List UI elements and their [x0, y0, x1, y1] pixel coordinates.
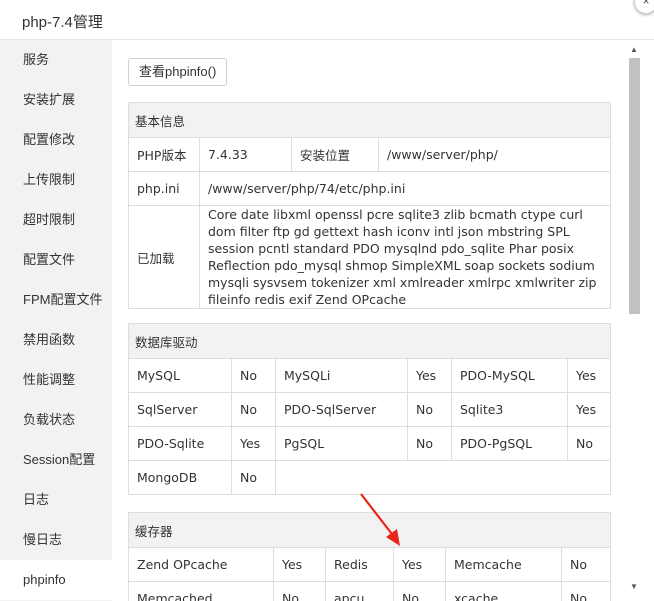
- db-driver-status: Yes: [231, 426, 276, 461]
- annotation-arrow-icon: [360, 493, 400, 546]
- scrollbar-thumb[interactable]: [629, 58, 640, 314]
- db-driver-status: No: [567, 426, 611, 461]
- db-driver-name: Sqlite3: [451, 392, 568, 427]
- cache-status: No: [273, 581, 326, 601]
- sidebar-item-performance[interactable]: 性能调整: [0, 360, 112, 400]
- cache-name: Memcached: [128, 581, 274, 601]
- sidebar-item-session-config[interactable]: Session配置: [0, 440, 112, 480]
- install-location-value: /www/server/php/: [378, 137, 611, 172]
- basic-info-table: 基本信息 PHP版本 7.4.33 安装位置 /www/server/php/ …: [128, 102, 611, 309]
- loaded-extensions-value: Core date libxml openssl pcre sqlite3 zl…: [199, 205, 611, 309]
- sidebar-item-load-status[interactable]: 负载状态: [0, 400, 112, 440]
- php-ini-label: php.ini: [128, 171, 200, 206]
- db-driver-name: PDO-PgSQL: [451, 426, 568, 461]
- cache-status: No: [561, 547, 611, 582]
- php-version-label: PHP版本: [128, 137, 200, 172]
- scroll-up-icon[interactable]: ▲: [630, 45, 638, 54]
- php-ini-value: /www/server/php/74/etc/php.ini: [199, 171, 611, 206]
- cache-name: Memcache: [445, 547, 562, 582]
- sidebar-item-config-edit[interactable]: 配置修改: [0, 120, 112, 160]
- db-driver-status: Yes: [567, 392, 611, 427]
- db-driver-status: No: [407, 426, 452, 461]
- db-driver-status: No: [231, 358, 276, 393]
- db-driver-status: No: [407, 392, 452, 427]
- loaded-label: 已加载: [128, 205, 200, 309]
- cache-name: xcache: [445, 581, 562, 601]
- cache-status: No: [393, 581, 446, 601]
- cache-status: Yes: [393, 547, 446, 582]
- db-driver-table: 数据库驱动 MySQL No MySQLi Yes PDO-MySQL Yes …: [128, 323, 611, 495]
- db-driver-name: MySQL: [128, 358, 232, 393]
- cache-status: Yes: [273, 547, 326, 582]
- cache-status: No: [561, 581, 611, 601]
- db-driver-name: PDO-SqlServer: [275, 392, 408, 427]
- sidebar-item-phpinfo[interactable]: phpinfo: [0, 560, 112, 600]
- sidebar-item-install-extension[interactable]: 安装扩展: [0, 80, 112, 120]
- db-driver-name: MySQLi: [275, 358, 408, 393]
- window-titlebar: php-7.4管理: [0, 0, 654, 40]
- db-driver-name: PgSQL: [275, 426, 408, 461]
- scroll-down-icon[interactable]: ▼: [630, 582, 638, 591]
- db-driver-name: PDO-Sqlite: [128, 426, 232, 461]
- empty-cell: [275, 460, 611, 495]
- db-driver-status: No: [231, 460, 276, 495]
- db-driver-status: Yes: [567, 358, 611, 393]
- cache-name: Redis: [325, 547, 394, 582]
- sidebar: 服务 安装扩展 配置修改 上传限制 超时限制 配置文件 FPM配置文件 禁用函数…: [0, 40, 112, 601]
- db-driver-name: PDO-MySQL: [451, 358, 568, 393]
- db-driver-status: Yes: [407, 358, 452, 393]
- sidebar-item-config-file[interactable]: 配置文件: [0, 240, 112, 280]
- cache-name: apcu: [325, 581, 394, 601]
- cache-name: Zend OPcache: [128, 547, 274, 582]
- db-driver-name: SqlServer: [128, 392, 232, 427]
- basic-info-title: 基本信息: [128, 102, 611, 138]
- view-phpinfo-button[interactable]: 查看phpinfo(): [128, 58, 228, 86]
- sidebar-item-timeout-limit[interactable]: 超时限制: [0, 200, 112, 240]
- install-location-label: 安装位置: [291, 137, 379, 172]
- php-version-value: 7.4.33: [199, 137, 292, 172]
- sidebar-item-upload-limit[interactable]: 上传限制: [0, 160, 112, 200]
- sidebar-item-log[interactable]: 日志: [0, 480, 112, 520]
- sidebar-item-fpm-config[interactable]: FPM配置文件: [0, 280, 112, 320]
- sidebar-item-slow-log[interactable]: 慢日志: [0, 520, 112, 560]
- db-driver-title: 数据库驱动: [128, 323, 611, 359]
- sidebar-item-disabled-functions[interactable]: 禁用函数: [0, 320, 112, 360]
- sidebar-item-service[interactable]: 服务: [0, 40, 112, 80]
- db-driver-status: No: [231, 392, 276, 427]
- window-title: php-7.4管理: [22, 14, 103, 31]
- db-driver-name: MongoDB: [128, 460, 232, 495]
